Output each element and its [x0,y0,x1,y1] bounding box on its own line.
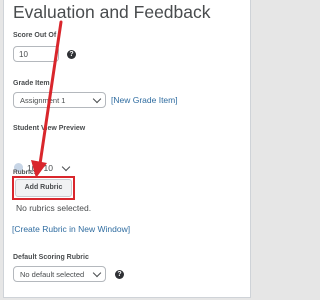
default-scoring-label: Default Scoring Rubric [13,254,89,261]
help-icon[interactable]: ? [115,270,124,279]
default-scoring-select[interactable]: No default selected [13,266,106,282]
chevron-down-icon[interactable] [61,162,71,172]
section-title: Evaluation and Feedback [13,2,211,22]
rubrics-label: Rubrics [13,169,38,176]
default-scoring-selected: No default selected [20,270,85,279]
new-grade-item-link[interactable]: [New Grade Item] [111,95,178,105]
grade-item-selected: Assignment 1 [20,96,66,105]
no-rubrics-text: No rubrics selected. [16,203,92,213]
score-input[interactable]: 10 [13,46,59,62]
grade-item-label: Grade Item [13,80,50,87]
help-icon[interactable]: ? [67,50,76,59]
create-rubric-link[interactable]: [Create Rubric in New Window] [12,224,130,234]
evaluation-panel: Evaluation and Feedback Score Out Of 10 … [3,0,251,298]
add-rubric-button[interactable]: Add Rubric [15,179,72,197]
chevron-down-icon [92,94,102,104]
score-label: Score Out Of [13,32,57,39]
student-view-label: Student View Preview [13,125,86,132]
grade-item-select[interactable]: Assignment 1 [13,92,106,108]
chevron-down-icon [92,268,102,278]
